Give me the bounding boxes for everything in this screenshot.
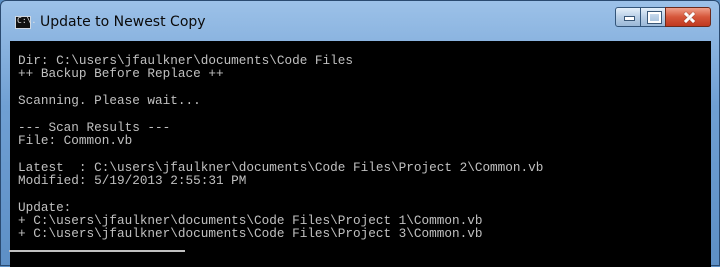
console-line: Update: (18, 199, 72, 215)
text-cursor (9, 250, 185, 252)
console-output[interactable]: Dir: C:\users\jfaulkner\documents\Code F… (10, 41, 711, 267)
close-button[interactable] (665, 7, 711, 27)
maximize-button[interactable] (640, 7, 666, 27)
console-line: ++ Backup Before Replace ++ (18, 66, 224, 82)
minimize-icon (616, 8, 640, 26)
window-title: Update to Newest Copy (40, 14, 206, 30)
console-line: Scanning. Please wait... (18, 93, 201, 109)
title-bar[interactable]: C:\. Update to Newest Copy (1, 1, 719, 39)
maximize-icon (641, 8, 665, 26)
minimize-button[interactable] (615, 7, 641, 27)
console-line: --- Scan Results --- (18, 119, 171, 135)
console-line: Latest : C:\users\jfaulkner\documents\Co… (18, 159, 544, 175)
console-line: Modified: 5/19/2013 2:55:31 PM (18, 173, 247, 189)
console-app-icon[interactable]: C:\. (15, 16, 36, 29)
console-line: File: Common.vb (18, 133, 133, 149)
console-text: Dir: C:\users\jfaulkner\documents\Code F… (18, 54, 705, 241)
console-line: Dir: C:\users\jfaulkner\documents\Code F… (18, 53, 354, 68)
console-app-icon-glyph: C:\. (17, 16, 37, 25)
console-line: + C:\users\jfaulkner\documents\Code File… (18, 213, 483, 229)
close-icon (666, 8, 710, 26)
window-controls (615, 7, 711, 29)
console-line: + C:\users\jfaulkner\documents\Code File… (18, 226, 483, 242)
console-window: C:\. Update to Newest Copy Dir: C:\users… (0, 0, 720, 267)
